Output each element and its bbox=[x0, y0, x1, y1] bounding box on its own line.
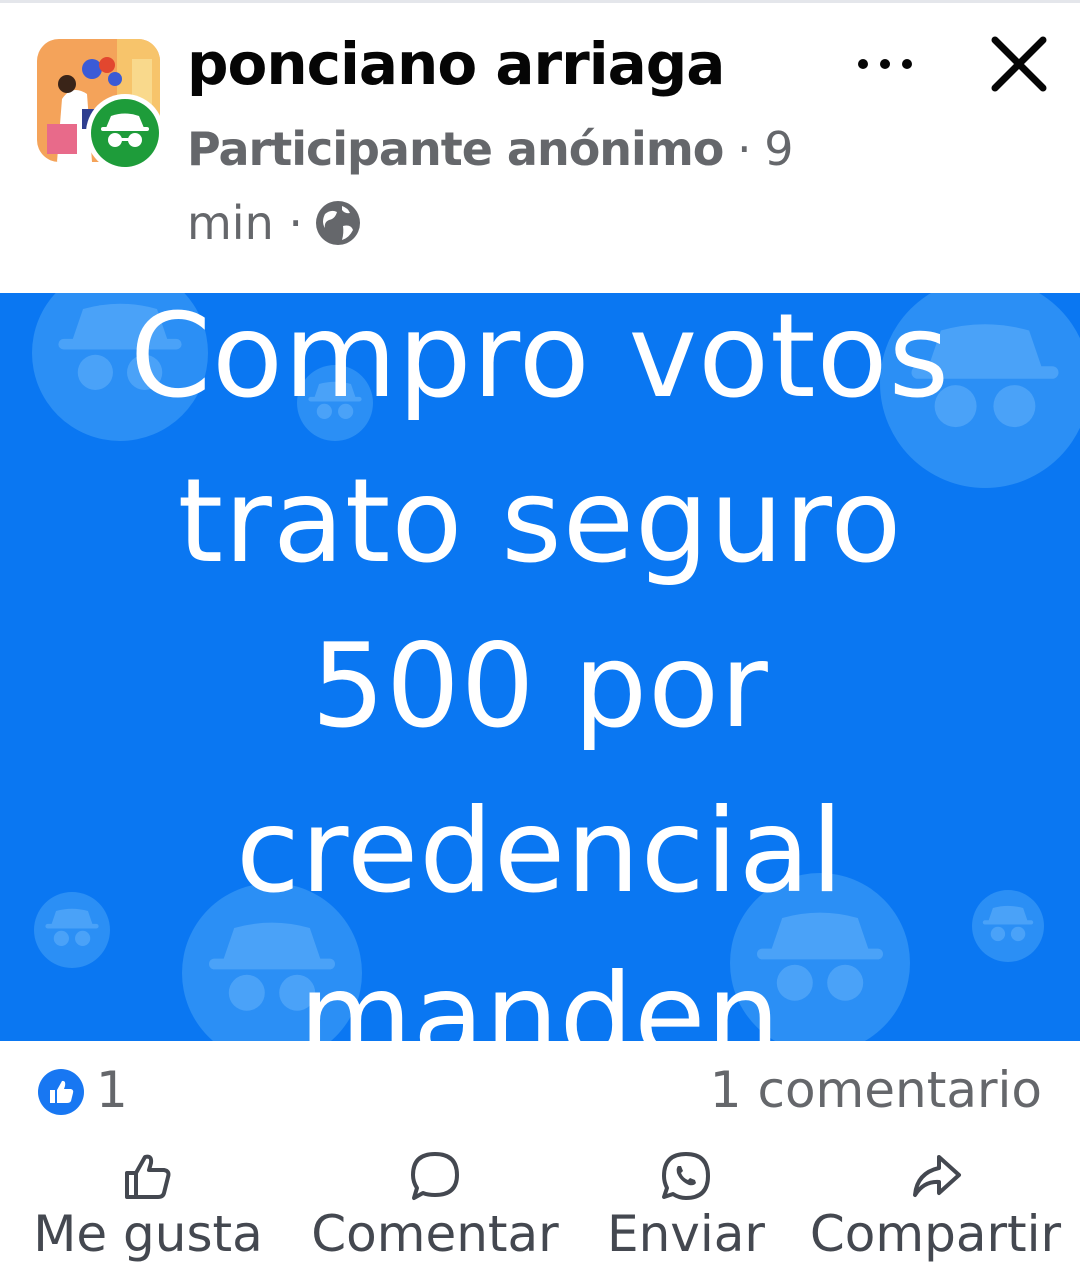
send-label: Enviar bbox=[607, 1205, 765, 1263]
post-meta: Participante anónimo · 9 bbox=[187, 122, 793, 176]
author-name[interactable]: ponciano arriaga bbox=[187, 30, 725, 98]
post-time-part2: min · bbox=[187, 196, 303, 250]
close-button[interactable] bbox=[985, 30, 1053, 98]
post-message: Compro votos trato seguro 500 por creden… bbox=[0, 293, 1080, 1041]
post-message-line: credencial bbox=[235, 784, 845, 919]
like-label: Me gusta bbox=[33, 1205, 263, 1263]
send-button[interactable]: Enviar bbox=[596, 1141, 776, 1276]
comment-label: Comentar bbox=[311, 1205, 559, 1263]
post-time-part1: · 9 bbox=[736, 122, 794, 176]
anonymous-badge-icon bbox=[86, 94, 164, 172]
comment-button[interactable]: Comentar bbox=[300, 1141, 570, 1276]
post-meta-continued: min · bbox=[187, 196, 361, 250]
globe-icon bbox=[315, 200, 361, 246]
post-message-line: manden bbox=[298, 949, 782, 1041]
more-dots-icon bbox=[858, 59, 912, 69]
comment-bubble-icon bbox=[411, 1152, 459, 1200]
whatsapp-icon bbox=[662, 1152, 710, 1200]
post-header: ponciano arriaga Participante anónimo · … bbox=[0, 0, 1080, 293]
more-options-button[interactable] bbox=[852, 42, 918, 86]
thumbs-up-reaction-icon[interactable] bbox=[37, 1068, 85, 1116]
share-button[interactable]: Compartir bbox=[798, 1141, 1073, 1276]
post-text-background: Compro votos trato seguro 500 por creden… bbox=[0, 293, 1080, 1041]
like-button[interactable]: Me gusta bbox=[22, 1141, 274, 1276]
post-message-line: trato seguro bbox=[177, 454, 903, 589]
author-role: Participante anónimo bbox=[187, 122, 724, 176]
post-message-line: Compro votos bbox=[129, 293, 951, 424]
comment-count[interactable]: 1 comentario bbox=[710, 1061, 1042, 1119]
post-message-line: 500 por bbox=[311, 619, 769, 754]
share-label: Compartir bbox=[809, 1205, 1062, 1263]
action-bar: Me gusta Comentar Enviar Compartir bbox=[0, 1141, 1080, 1276]
like-count[interactable]: 1 bbox=[96, 1061, 128, 1119]
thumbs-up-icon bbox=[125, 1154, 171, 1199]
share-arrow-icon bbox=[912, 1155, 961, 1197]
reactions-bar: 1 1 comentario bbox=[0, 1041, 1080, 1141]
close-icon bbox=[991, 36, 1047, 92]
